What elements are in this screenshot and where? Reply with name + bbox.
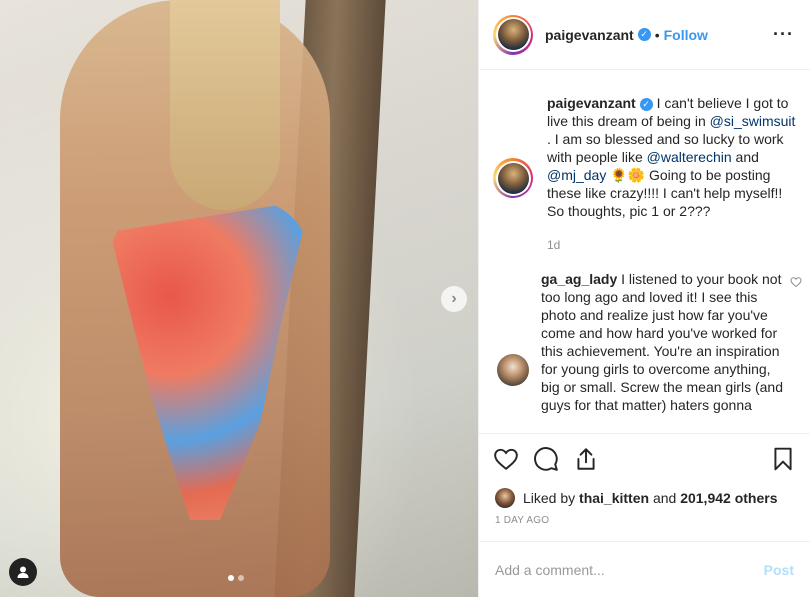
- chevron-right-icon[interactable]: ›: [441, 286, 467, 312]
- caption-text: paigevanzant ✓ I can't believe I got to l…: [547, 94, 796, 254]
- comment-item: ga_ag_lady I listened to your book not t…: [493, 270, 802, 414]
- likes-prefix: Liked by: [523, 490, 576, 506]
- action-bar: [479, 433, 810, 483]
- comment-body: I listened to your book not too long ago…: [541, 271, 783, 413]
- post-header: paigevanzant ✓ • Follow ···: [479, 0, 810, 70]
- instagram-post-modal: › paigevanzant ✓ • Follow ··· paigevanza…: [0, 0, 810, 597]
- likes-user[interactable]: thai_kitten: [579, 490, 649, 506]
- verified-icon: ✓: [639, 97, 653, 111]
- verified-icon: ✓: [637, 28, 651, 41]
- caption-username[interactable]: paigevanzant: [547, 95, 636, 111]
- mention-link[interactable]: @walterechin: [647, 149, 732, 165]
- photo-subject-hair: [170, 0, 280, 210]
- comment-username[interactable]: ga_ag_lady: [541, 271, 617, 287]
- carousel-indicator: [228, 575, 244, 581]
- carousel-dot-2: [238, 575, 244, 581]
- heart-icon[interactable]: [790, 276, 802, 288]
- post-button[interactable]: Post: [764, 562, 794, 578]
- caption: paigevanzant ✓ I can't believe I got to l…: [493, 94, 796, 254]
- follow-button[interactable]: Follow: [664, 27, 708, 43]
- mention-link[interactable]: @si_swimsuit: [710, 113, 796, 129]
- post-date[interactable]: 1 DAY AGO: [479, 513, 810, 541]
- share-icon[interactable]: [573, 446, 599, 472]
- post-sidebar: paigevanzant ✓ • Follow ··· paigevanzant…: [478, 0, 810, 597]
- carousel-dot-1: [228, 575, 234, 581]
- header-bullet: •: [654, 26, 660, 43]
- comments-section[interactable]: paigevanzant ✓ I can't believe I got to l…: [479, 70, 810, 433]
- caption-part3: and: [735, 149, 759, 165]
- comment-text: ga_ag_lady I listened to your book not t…: [541, 270, 791, 414]
- user-tag-icon[interactable]: [9, 558, 37, 586]
- more-icon[interactable]: ···: [773, 24, 794, 45]
- header-username[interactable]: paigevanzant: [545, 27, 634, 43]
- heart-icon[interactable]: [493, 446, 519, 472]
- comment-icon[interactable]: [533, 446, 559, 472]
- avatar: [495, 488, 515, 508]
- post-media[interactable]: ›: [0, 0, 478, 597]
- likes-summary[interactable]: Liked by thai_kitten and 201,942 others: [479, 483, 810, 513]
- avatar[interactable]: [493, 14, 533, 55]
- caption-avatar[interactable]: [493, 158, 533, 198]
- caption-timestamp[interactable]: 1d: [547, 236, 796, 254]
- comment-input[interactable]: [495, 561, 764, 578]
- add-comment-bar: Post: [479, 541, 810, 597]
- caption-emoji: 🌻🌼: [610, 167, 646, 183]
- avatar[interactable]: [497, 354, 529, 386]
- likes-and: and: [652, 490, 677, 506]
- mention-link[interactable]: @mj_day: [547, 167, 606, 183]
- likes-count[interactable]: 201,942 others: [680, 490, 777, 506]
- bookmark-icon[interactable]: [770, 446, 796, 472]
